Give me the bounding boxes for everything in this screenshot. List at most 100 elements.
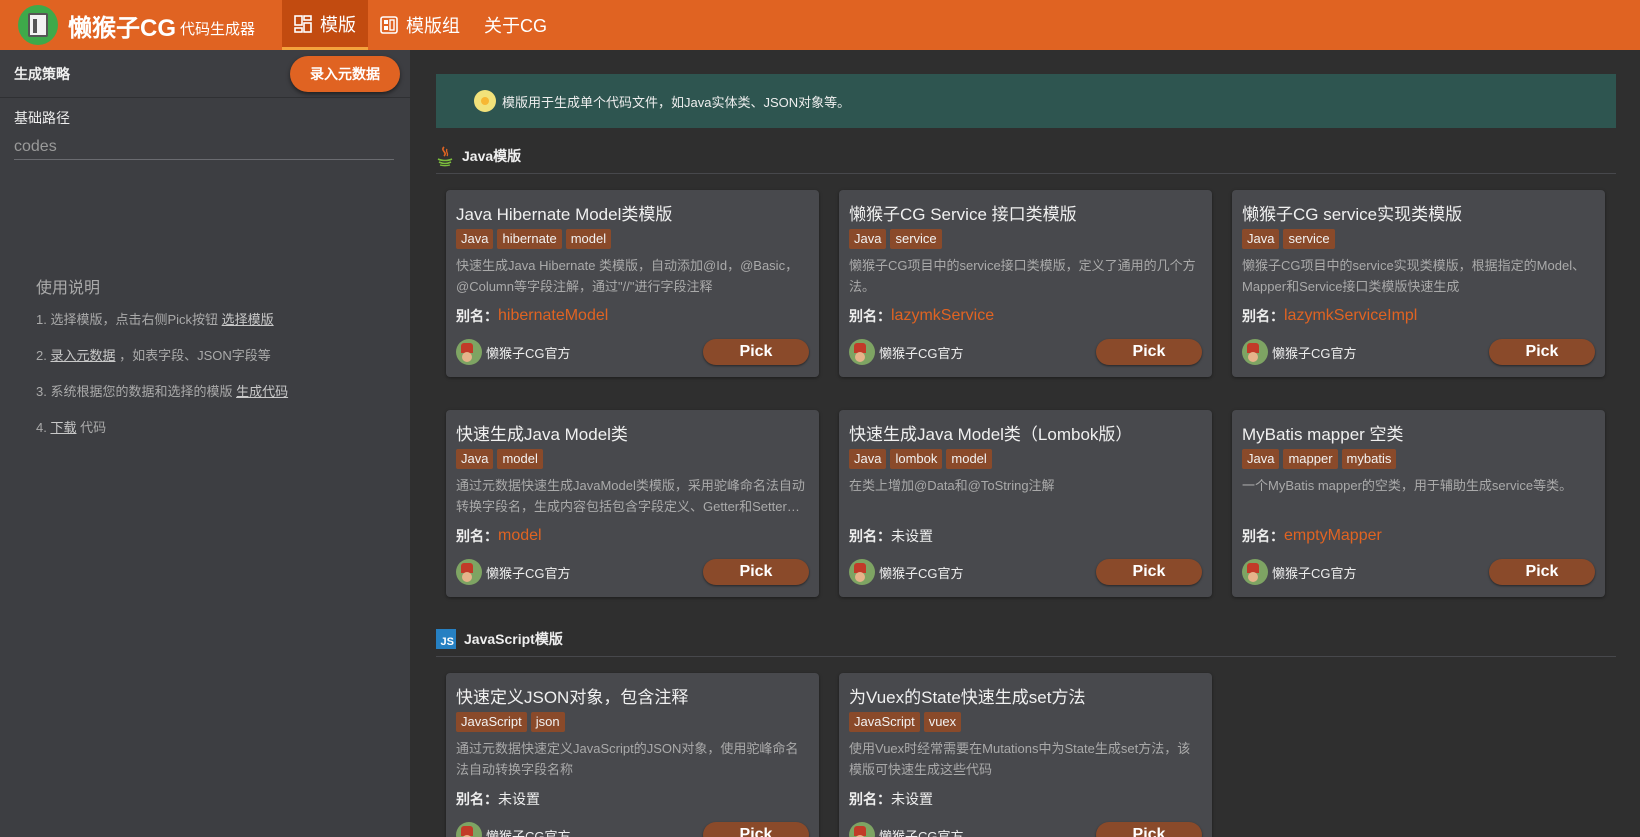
alias-label: 别名： — [849, 528, 891, 544]
card-title[interactable]: 懒猴子CG service实现类模版 — [1242, 200, 1595, 224]
tag-badge[interactable]: JavaScript — [849, 712, 920, 732]
tag-badge[interactable]: Java — [1242, 229, 1280, 249]
sidebar: 生成策略 录入元数据 基础路径 使用说明 1. 选择模版，点击右侧Pick按钮 … — [0, 50, 410, 837]
card-footer: 懒猴子CG官方 Pick — [456, 339, 809, 365]
nav-item-templates[interactable]: 模版 — [282, 0, 368, 50]
tag-badge[interactable]: vuex — [923, 712, 962, 732]
base-path-input[interactable] — [14, 134, 394, 160]
nav-item-template-groups[interactable]: 模版组 — [368, 0, 472, 50]
import-metadata-link[interactable]: 录入元数据 — [50, 348, 115, 363]
author[interactable]: 懒猴子CG官方 — [456, 559, 571, 585]
usage-title: 使用说明 — [36, 280, 101, 297]
tag-badge[interactable]: json — [530, 712, 565, 732]
nav-item-about[interactable]: 关于CG — [472, 0, 559, 50]
usage-step: 1. 选择模版，点击右侧Pick按钮 选择模版 — [36, 310, 288, 346]
author[interactable]: 懒猴子CG官方 — [456, 339, 571, 365]
card-title[interactable]: MyBatis mapper 空类 — [1242, 420, 1595, 444]
nav-label: 关于CG — [484, 16, 547, 36]
tag-badge[interactable]: Java — [456, 449, 494, 469]
tag-badge[interactable]: service — [1283, 229, 1335, 249]
card-title[interactable]: 快速定义JSON对象，包含注释 — [456, 683, 809, 707]
tag-badge[interactable]: mapper — [1283, 449, 1338, 469]
author[interactable]: 懒猴子CG官方 — [849, 822, 964, 837]
card-title[interactable]: 快速生成Java Model类（Lombok版） — [849, 420, 1202, 444]
base-path-label: 基础路径 — [14, 110, 70, 126]
app-subtitle: 代码生成器 — [180, 20, 256, 38]
pick-button[interactable]: Pick — [1489, 339, 1595, 365]
pick-button[interactable]: Pick — [703, 822, 809, 837]
usage-step-text: ，如表字段、JSON字段等 — [115, 348, 271, 363]
avatar — [849, 822, 875, 837]
generate-code-link[interactable]: 生成代码 — [236, 384, 288, 399]
pick-button[interactable]: Pick — [1096, 822, 1202, 837]
alias-value: 未设置 — [891, 791, 933, 807]
alias-label: 别名： — [849, 308, 891, 324]
import-metadata-button[interactable]: 录入元数据 — [290, 55, 400, 92]
template-card: 快速生成Java Model类（Lombok版） Java lombok model… — [839, 410, 1212, 597]
author-name: 懒猴子CG官方 — [1272, 345, 1357, 361]
card-description: 快速生成Java Hibernate 类模版，自动添加@Id，@Basic，@C… — [456, 258, 799, 294]
alias-label: 别名： — [456, 791, 498, 807]
template-icon — [294, 14, 312, 33]
tag-badge[interactable]: Java — [456, 229, 494, 249]
alias-label: 别名： — [456, 308, 498, 324]
card-title[interactable]: 为Vuex的State快速生成set方法 — [849, 683, 1202, 707]
card-title[interactable]: Java Hibernate Model类模版 — [456, 200, 809, 224]
author-name: 懒猴子CG官方 — [879, 828, 964, 837]
alias-row: 别名： hibernateModel — [456, 305, 809, 327]
template-card: 懒猴子CG service实现类模版 Java service 懒猴子CG项目中的… — [1232, 190, 1605, 377]
tag-badge[interactable]: service — [890, 229, 942, 249]
author[interactable]: 懒猴子CG官方 — [849, 559, 964, 585]
author-name: 懒猴子CG官方 — [486, 345, 571, 361]
pick-button[interactable]: Pick — [703, 559, 809, 585]
tag-badge[interactable]: model — [946, 449, 992, 469]
card-footer: 懒猴子CG官方 Pick — [1242, 339, 1595, 365]
tag-badge[interactable]: Java — [849, 449, 887, 469]
tag-badge[interactable]: Java — [1242, 449, 1280, 469]
usage-step-text: 4. — [36, 420, 51, 435]
app-title: 懒猴子CG — [68, 14, 176, 42]
logo-icon — [18, 5, 58, 45]
template-card: 快速定义JSON对象，包含注释 JavaScript json 通过元数据快速定义… — [446, 673, 819, 837]
logo[interactable]: 懒猴子CG 代码生成器 — [0, 0, 282, 50]
tag-badge[interactable]: hibernate — [497, 229, 562, 249]
top-bar: 懒猴子CG 代码生成器 模版 模版组 关于CG — [0, 0, 1640, 50]
tag-badge[interactable]: model — [497, 449, 543, 469]
card-description: 懒猴子CG项目中的service接口类模版，定义了通用的几个方法。 — [849, 258, 1196, 294]
avatar — [456, 339, 482, 365]
card-title[interactable]: 懒猴子CG Service 接口类模版 — [849, 200, 1202, 224]
tag-badge[interactable]: mybatis — [1341, 449, 1397, 469]
javascript-icon: JS — [436, 628, 456, 649]
card-title[interactable]: 快速生成Java Model类 — [456, 420, 809, 444]
tag-badge[interactable]: lombok — [890, 449, 943, 469]
pick-button[interactable]: Pick — [703, 339, 809, 365]
tag-badge[interactable]: model — [565, 229, 612, 249]
tag-badge[interactable]: JavaScript — [456, 712, 527, 732]
author-name: 懒猴子CG官方 — [1272, 565, 1357, 581]
pick-button[interactable]: Pick — [1096, 559, 1202, 585]
download-link[interactable]: 下载 — [50, 420, 76, 435]
tag-badge[interactable]: Java — [849, 229, 887, 249]
strategy-header: 生成策略 录入元数据 — [0, 50, 410, 98]
info-banner-text: 模版用于生成单个代码文件，如Java实体类、JSON对象等。 — [502, 94, 851, 110]
template-card: MyBatis mapper 空类 Java mapper mybatis 一个My… — [1232, 410, 1605, 597]
alias-value: lazymkServiceImpl — [1284, 307, 1418, 324]
pick-button[interactable]: Pick — [1096, 339, 1202, 365]
pick-button[interactable]: Pick — [1489, 559, 1595, 585]
alias-value: 未设置 — [891, 528, 933, 544]
card-description: 懒猴子CG项目中的service实现类模版，根据指定的Model、Mapper和… — [1242, 258, 1586, 294]
usage-step: 2. 录入元数据 ，如表字段、JSON字段等 — [36, 346, 288, 382]
author[interactable]: 懒猴子CG官方 — [1242, 559, 1357, 585]
card-grid-javascript: 快速定义JSON对象，包含注释 JavaScript json 通过元数据快速定义… — [436, 657, 1616, 837]
usage-step-text: 代码 — [76, 420, 107, 435]
author-name: 懒猴子CG官方 — [486, 828, 571, 837]
author[interactable]: 懒猴子CG官方 — [849, 339, 964, 365]
card-footer: 懒猴子CG官方 Pick — [456, 559, 809, 585]
alias-value: hibernateModel — [498, 307, 609, 324]
alias-row: 别名： lazymkService — [849, 305, 1202, 327]
select-template-link[interactable]: 选择模版 — [222, 312, 274, 327]
card-description: 通过元数据快速生成JavaModel类模版，采用驼峰命名法自动转换字段名，生成内… — [456, 478, 805, 514]
card-description: 使用Vuex时经常需要在Mutations中为State生成set方法，该模版可… — [849, 741, 1191, 777]
author[interactable]: 懒猴子CG官方 — [1242, 339, 1357, 365]
author[interactable]: 懒猴子CG官方 — [456, 822, 571, 837]
